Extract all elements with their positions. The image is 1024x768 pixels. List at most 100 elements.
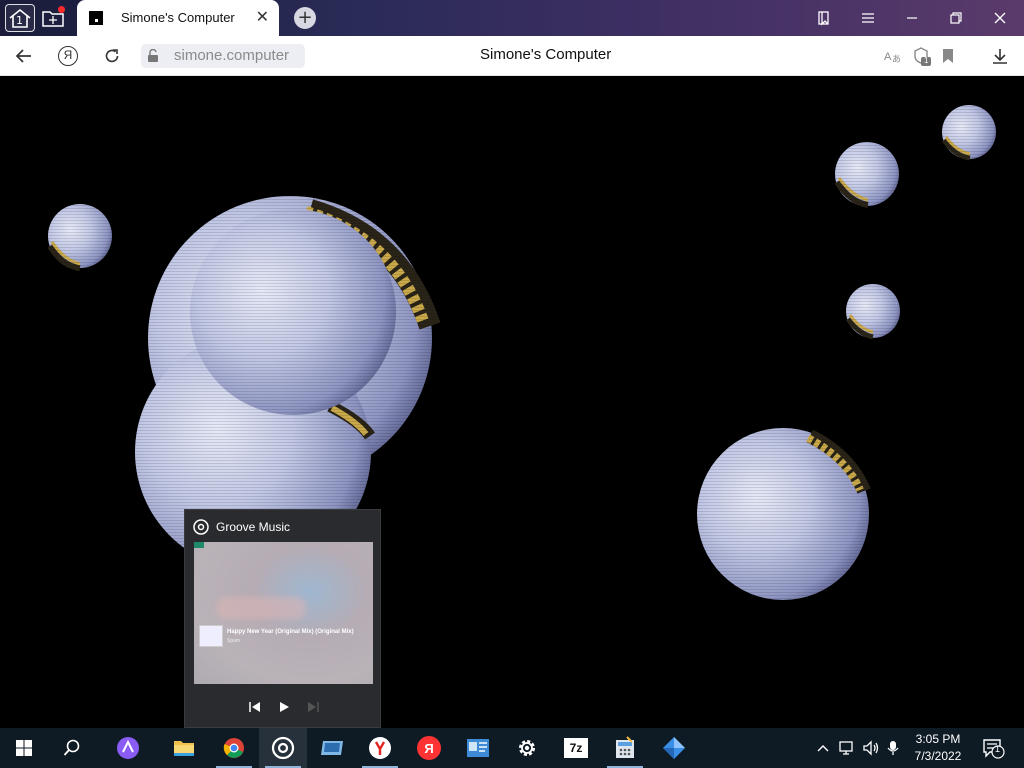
bookmarks-bar-button[interactable]: [812, 8, 836, 28]
microphone-button[interactable]: [887, 740, 899, 760]
settings-button[interactable]: [503, 728, 551, 768]
collections-button[interactable]: [38, 4, 68, 32]
notification-icon: [983, 739, 1005, 759]
back-button[interactable]: [12, 45, 36, 67]
protect-button[interactable]: 1: [910, 45, 934, 67]
reload-button[interactable]: [100, 45, 124, 67]
site-favicon: [89, 11, 103, 25]
thumbnail-app-name: Groove Music: [216, 520, 291, 534]
diamond-icon: [663, 737, 685, 759]
url-field[interactable]: simone.computer: [141, 44, 305, 68]
app-window-button[interactable]: [308, 728, 356, 768]
play-icon[interactable]: [278, 701, 290, 713]
clock-date: 7/3/2022: [914, 749, 962, 763]
home-tabs-button[interactable]: 1: [5, 4, 35, 32]
menu-button[interactable]: [856, 8, 880, 28]
reload-icon: [105, 49, 119, 63]
notification-dot: [58, 6, 65, 13]
clock-button[interactable]: 3:05 PM 7/3/2022: [906, 731, 970, 765]
tab-simones-computer[interactable]: Simone's Computer ✕: [77, 0, 279, 36]
yandex-icon: Я: [58, 46, 78, 66]
clock-time: 3:05 PM: [915, 732, 961, 746]
thumbnail-media-controls: [185, 696, 382, 718]
restore-button[interactable]: [944, 8, 968, 28]
minimize-button[interactable]: [900, 8, 924, 28]
shield-icon: [914, 47, 931, 66]
preview-corner-mark: [194, 542, 204, 548]
start-button[interactable]: [0, 728, 48, 768]
browser-titlebar: 1 Simone's Computer ✕ +: [0, 0, 1024, 36]
folder-icon: [174, 741, 194, 756]
page-title: Simone's Computer: [480, 46, 612, 63]
groove-icon: [271, 736, 295, 760]
address-bar: Я simone.computer Simone's Computer A あ …: [0, 36, 1024, 76]
bouncing-spheres-scene: [0, 76, 1024, 728]
chrome-button[interactable]: [210, 728, 258, 768]
svg-text:あ: あ: [892, 54, 901, 64]
song-artist: Spam: [227, 638, 241, 644]
file-explorer-button[interactable]: [160, 728, 208, 768]
yandex-button[interactable]: Я: [405, 728, 453, 768]
network-button[interactable]: [838, 740, 856, 760]
song-title: Happy New Year (Original Mix) (Original …: [227, 629, 354, 635]
gear-icon: [519, 740, 535, 756]
alice-assistant-button[interactable]: [104, 728, 152, 768]
volume-button[interactable]: [862, 740, 880, 760]
yandex-button[interactable]: Я: [56, 45, 80, 67]
thumbnail-preview[interactable]: Happy New Year (Original Mix) (Original …: [194, 542, 373, 684]
hamburger-icon: [862, 13, 874, 23]
bookmarks-icon: [818, 11, 829, 26]
yandex-browser-button[interactable]: [356, 728, 404, 768]
url-text: simone.computer: [174, 47, 290, 64]
groove-music-thumbnail[interactable]: Groove Music Happy New Year (Original Mi…: [184, 509, 381, 728]
yandex-browser-icon: [369, 737, 391, 759]
translate-button[interactable]: A あ: [880, 45, 904, 67]
restore-icon: [950, 12, 962, 24]
arrow-left-icon: [15, 49, 31, 63]
home-badge: 1: [16, 14, 23, 27]
speaker-icon: [863, 740, 879, 756]
calculator-app-button[interactable]: [601, 728, 649, 768]
svg-text:A: A: [884, 51, 892, 63]
yandex-icon: Я: [417, 736, 441, 760]
thumbnail-header: Groove Music: [193, 517, 290, 537]
previous-track-icon[interactable]: [248, 701, 262, 713]
chevron-up-icon: [817, 745, 829, 752]
windows-logo-icon: [16, 740, 32, 756]
contacts-app-button[interactable]: [454, 728, 502, 768]
groove-music-button[interactable]: [259, 728, 307, 768]
bookmark-icon: [943, 49, 953, 63]
next-track-icon[interactable]: [306, 701, 320, 713]
translate-icon: A あ: [884, 51, 901, 64]
web-page-canvas[interactable]: [0, 76, 1024, 728]
bookmark-button[interactable]: [936, 45, 960, 67]
search-button[interactable]: [48, 728, 96, 768]
taskbar: Я 7z 3:05 PM 7/3/2022 1: [0, 728, 1024, 768]
album-art: [199, 625, 223, 647]
tab-title: Simone's Computer: [121, 10, 235, 25]
blurred-background: [216, 597, 306, 619]
close-window-button[interactable]: [988, 8, 1012, 28]
action-center-button[interactable]: 1: [982, 738, 1006, 764]
minimize-icon: [907, 17, 917, 19]
7zip-icon: 7z: [564, 738, 588, 758]
contact-card-icon: [467, 739, 489, 757]
7zip-button[interactable]: 7z: [552, 728, 600, 768]
lock-open-icon: [148, 49, 158, 62]
chrome-icon: [223, 738, 244, 758]
close-tab-icon[interactable]: ✕: [256, 8, 269, 26]
calculator-icon: [616, 736, 634, 758]
blue-diamond-app-button[interactable]: [650, 728, 698, 768]
groove-icon: [193, 519, 209, 535]
search-icon: [63, 739, 80, 756]
protect-badge: 1: [924, 56, 929, 65]
new-tab-button[interactable]: +: [294, 7, 316, 29]
microphone-icon: [887, 741, 899, 755]
show-hidden-icons-button[interactable]: [816, 740, 830, 759]
download-icon: [993, 49, 1007, 64]
alice-icon: [117, 737, 139, 759]
window-app-icon: [321, 741, 343, 755]
close-icon: [994, 12, 1006, 24]
network-icon: [839, 741, 853, 755]
downloads-button[interactable]: [988, 45, 1012, 67]
